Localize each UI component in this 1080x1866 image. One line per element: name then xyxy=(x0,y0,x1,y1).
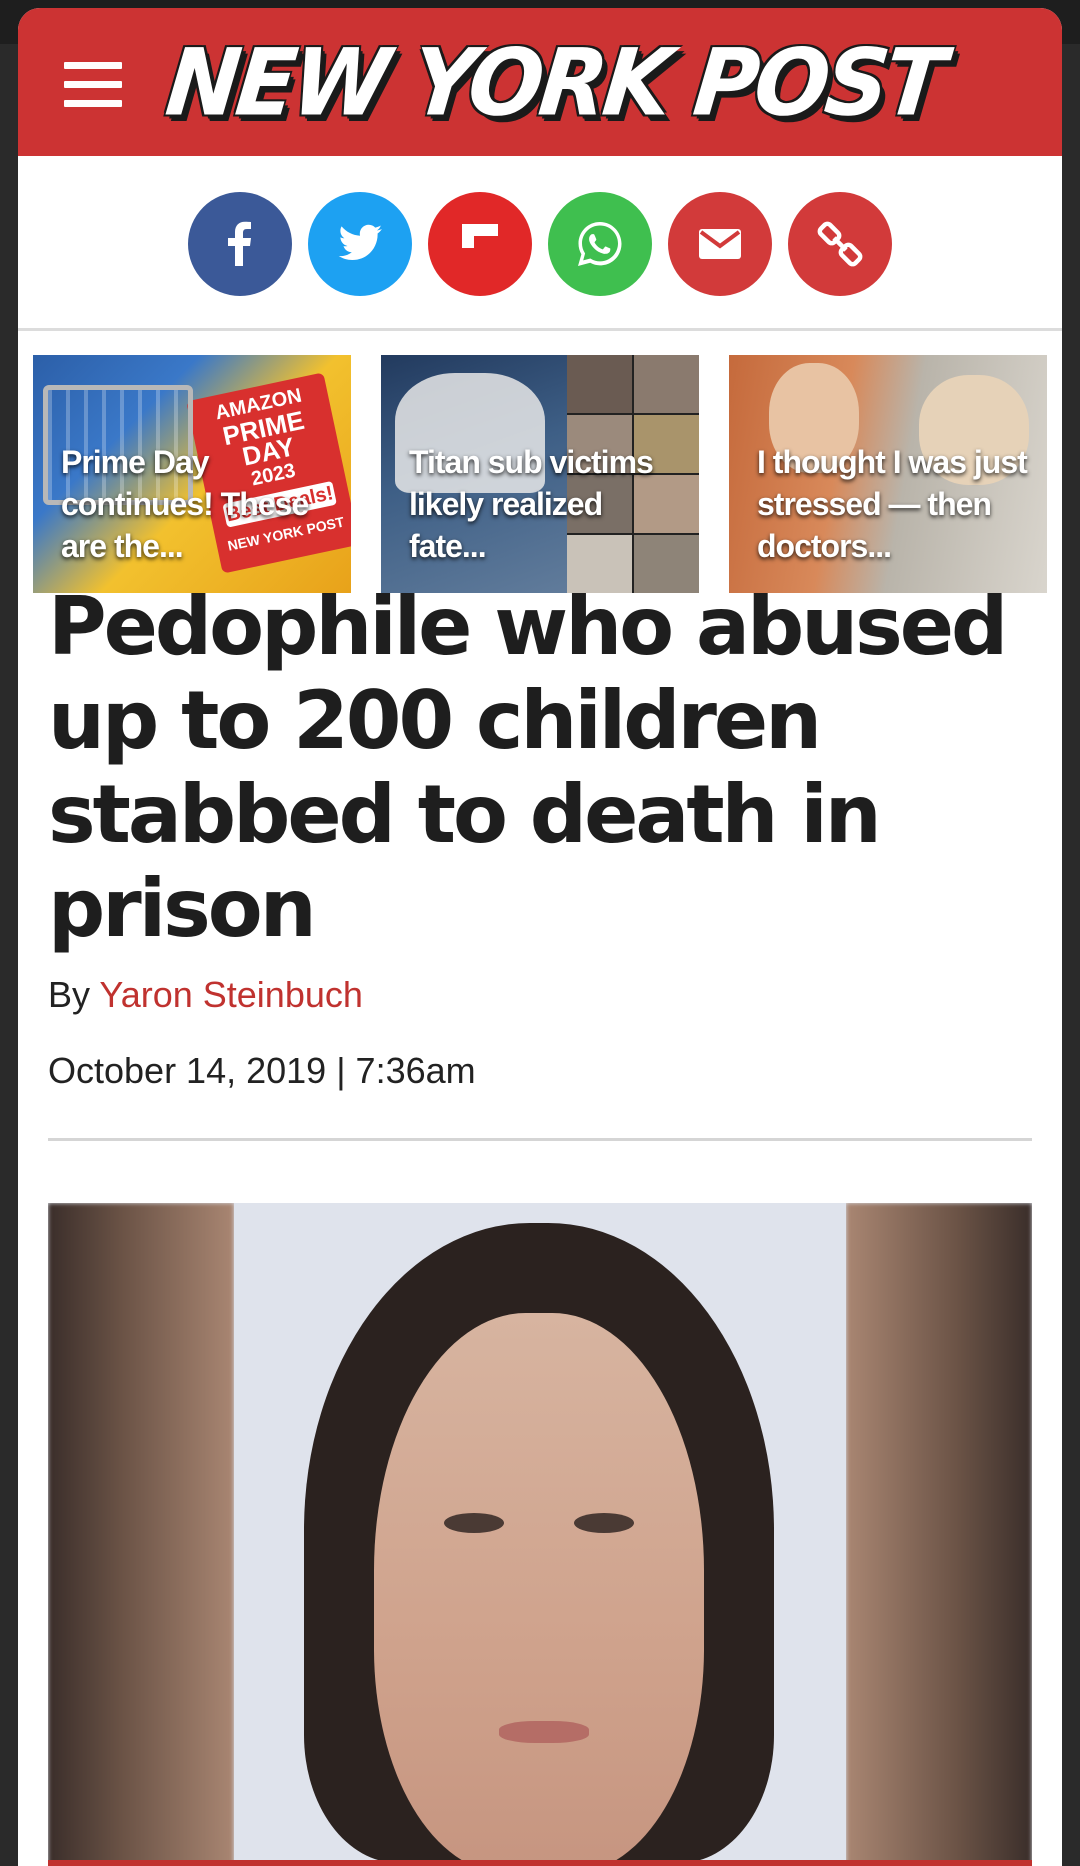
link-icon xyxy=(817,221,863,267)
face-shape xyxy=(374,1313,704,1866)
photo-red-rule xyxy=(48,1860,1032,1866)
photo-blur-left xyxy=(48,1203,234,1866)
trending-label: Prime Day continues! These are the... xyxy=(61,444,309,564)
share-bar xyxy=(18,156,1062,331)
share-copy-link-button[interactable] xyxy=(788,192,892,296)
photo-blur-right xyxy=(846,1203,1032,1866)
share-email-button[interactable] xyxy=(668,192,772,296)
logo-text: NEW YORK POST xyxy=(161,27,947,137)
trending-card-stressed[interactable]: I thought I was just stressed — then doc… xyxy=(729,355,1047,593)
site-logo[interactable]: NEW YORK POST xyxy=(161,28,947,136)
trending-card-prime-day[interactable]: AMAZON PRIME DAY 2023 Best Deals! NEW YO… xyxy=(33,355,351,593)
page-card: NEW YORK POST AMAZON PRIME DAY 2023 Best… xyxy=(18,8,1062,1866)
share-flipboard-button[interactable] xyxy=(428,192,532,296)
flipboard-icon xyxy=(462,224,498,248)
eye-right xyxy=(574,1513,634,1533)
byline: By Yaron Steinbuch xyxy=(48,974,363,1016)
facebook-icon xyxy=(228,221,251,266)
share-whatsapp-button[interactable] xyxy=(548,192,652,296)
eye-left xyxy=(444,1513,504,1533)
twitter-icon xyxy=(338,224,382,260)
site-header: NEW YORK POST xyxy=(18,8,1062,156)
trending-card-titan-sub[interactable]: Titan sub victims likely realized fate..… xyxy=(381,355,699,593)
trending-label: Titan sub victims likely realized fate..… xyxy=(409,444,654,564)
share-twitter-button[interactable] xyxy=(308,192,412,296)
photo-center xyxy=(234,1203,846,1866)
menu-button[interactable] xyxy=(64,62,122,108)
publish-date: October 14, 2019 | 7:36am xyxy=(48,1050,476,1091)
mouth xyxy=(499,1721,589,1743)
article-lead-image[interactable] xyxy=(48,1203,1032,1866)
hamburger-icon xyxy=(64,62,122,69)
share-facebook-button[interactable] xyxy=(188,192,292,296)
whatsapp-icon xyxy=(578,222,622,266)
author-link[interactable]: Yaron Steinbuch xyxy=(99,974,363,1015)
email-icon xyxy=(699,229,741,259)
byline-prefix: By xyxy=(48,974,91,1015)
divider xyxy=(48,1138,1032,1141)
article-headline: Pedophile who abused up to 200 children … xyxy=(48,580,1008,955)
trending-label: I thought I was just stressed — then doc… xyxy=(757,444,1028,564)
